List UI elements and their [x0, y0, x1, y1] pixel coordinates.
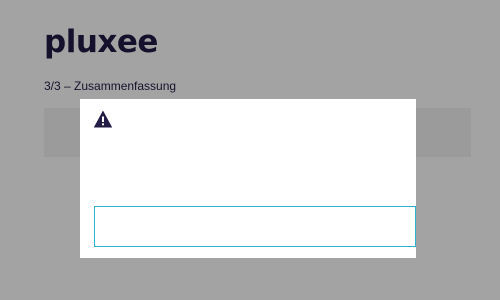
- page: pluxee 3/3 – Zusammenfassung: [0, 0, 500, 300]
- dialog-input[interactable]: [94, 206, 416, 247]
- warning-icon: [93, 109, 113, 129]
- warning-dialog: [80, 99, 416, 258]
